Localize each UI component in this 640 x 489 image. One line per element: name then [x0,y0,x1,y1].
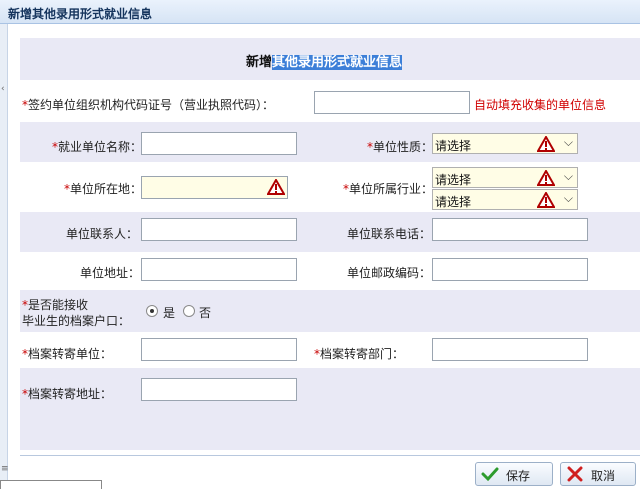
warning-icon [537,192,555,208]
radio-no[interactable] [183,305,195,317]
employment-form: 新增其他录用形式就业信息 *签约单位组织机构代码证号（营业执照代码）： 自动填充… [20,38,640,450]
warning-icon [267,179,285,195]
unit-address-input[interactable] [141,258,297,281]
postal-code-input[interactable] [432,258,588,281]
contact-phone-label: 单位联系电话： [347,227,432,241]
archive-dept-label: *档案转寄部门： [314,347,405,361]
archive-dept-input[interactable] [432,338,588,361]
unit-name-input[interactable] [141,132,297,155]
unit-nature-label: *单位性质： [367,140,434,154]
warning-icon [537,136,555,152]
chevron-down-icon: ⌵ [563,135,573,149]
unit-industry-select-2[interactable]: 请选择 ⌵ [432,189,578,210]
archive-address-input[interactable] [141,378,297,401]
left-scroll-strip: ‹ ≡ [0,24,9,489]
postal-code-label: 单位邮政编码： [347,266,432,280]
chevron-down-icon: ⌵ [563,169,573,183]
dialog-title: 新增其他录用形式就业信息 [8,7,153,21]
contact-person-label: 单位联系人： [66,227,139,241]
cross-icon [567,466,583,482]
contact-phone-input[interactable] [432,218,588,241]
heading-prefix: 新增 [246,55,273,70]
chevron-left-icon: ‹ [1,84,5,94]
radio-no-label: 否 [199,306,212,320]
heading-selected-text: 其他录用形式就业信息 [272,55,403,70]
save-button[interactable]: 保存 [475,462,553,486]
archive-unit-label: *档案转寄单位： [22,347,113,361]
band-row-8 [20,368,640,450]
radio-yes-label: 是 [163,306,176,320]
form-heading: 新增其他录用形式就业信息 [20,38,640,80]
unit-location-input[interactable] [141,176,288,199]
cancel-button[interactable]: 取消 [560,462,636,486]
unit-nature-select[interactable]: 请选择 ⌵ [432,133,578,154]
archive-address-label: *档案转寄地址： [22,387,113,401]
org-code-label: *签约单位组织机构代码证号（营业执照代码）： [22,98,275,112]
marker-icon: ≡ [1,464,9,474]
radio-yes[interactable] [146,305,158,317]
chevron-down-icon: ⌵ [563,191,573,205]
unit-location-label: *单位所在地： [64,182,143,196]
bottom-frame [0,480,102,489]
unit-name-label: *就业单位名称： [52,140,143,154]
contact-person-input[interactable] [141,218,297,241]
org-code-input[interactable] [314,91,470,114]
warning-icon [537,170,555,186]
archive-accept-label-1: *是否能接收 [22,298,89,312]
archive-unit-input[interactable] [141,338,297,361]
unit-address-label: 单位地址： [80,266,141,280]
archive-accept-label-2: 毕业生的档案户口： [22,314,131,328]
auto-fill-note: 自动填充收集的单位信息 [474,98,607,112]
check-icon [481,467,499,482]
unit-industry-select-1[interactable]: 请选择 ⌵ [432,167,578,188]
footer-divider [20,455,640,456]
unit-industry-label: *单位所属行业： [343,182,434,196]
dialog-titlebar: 新增其他录用形式就业信息 [0,0,640,24]
